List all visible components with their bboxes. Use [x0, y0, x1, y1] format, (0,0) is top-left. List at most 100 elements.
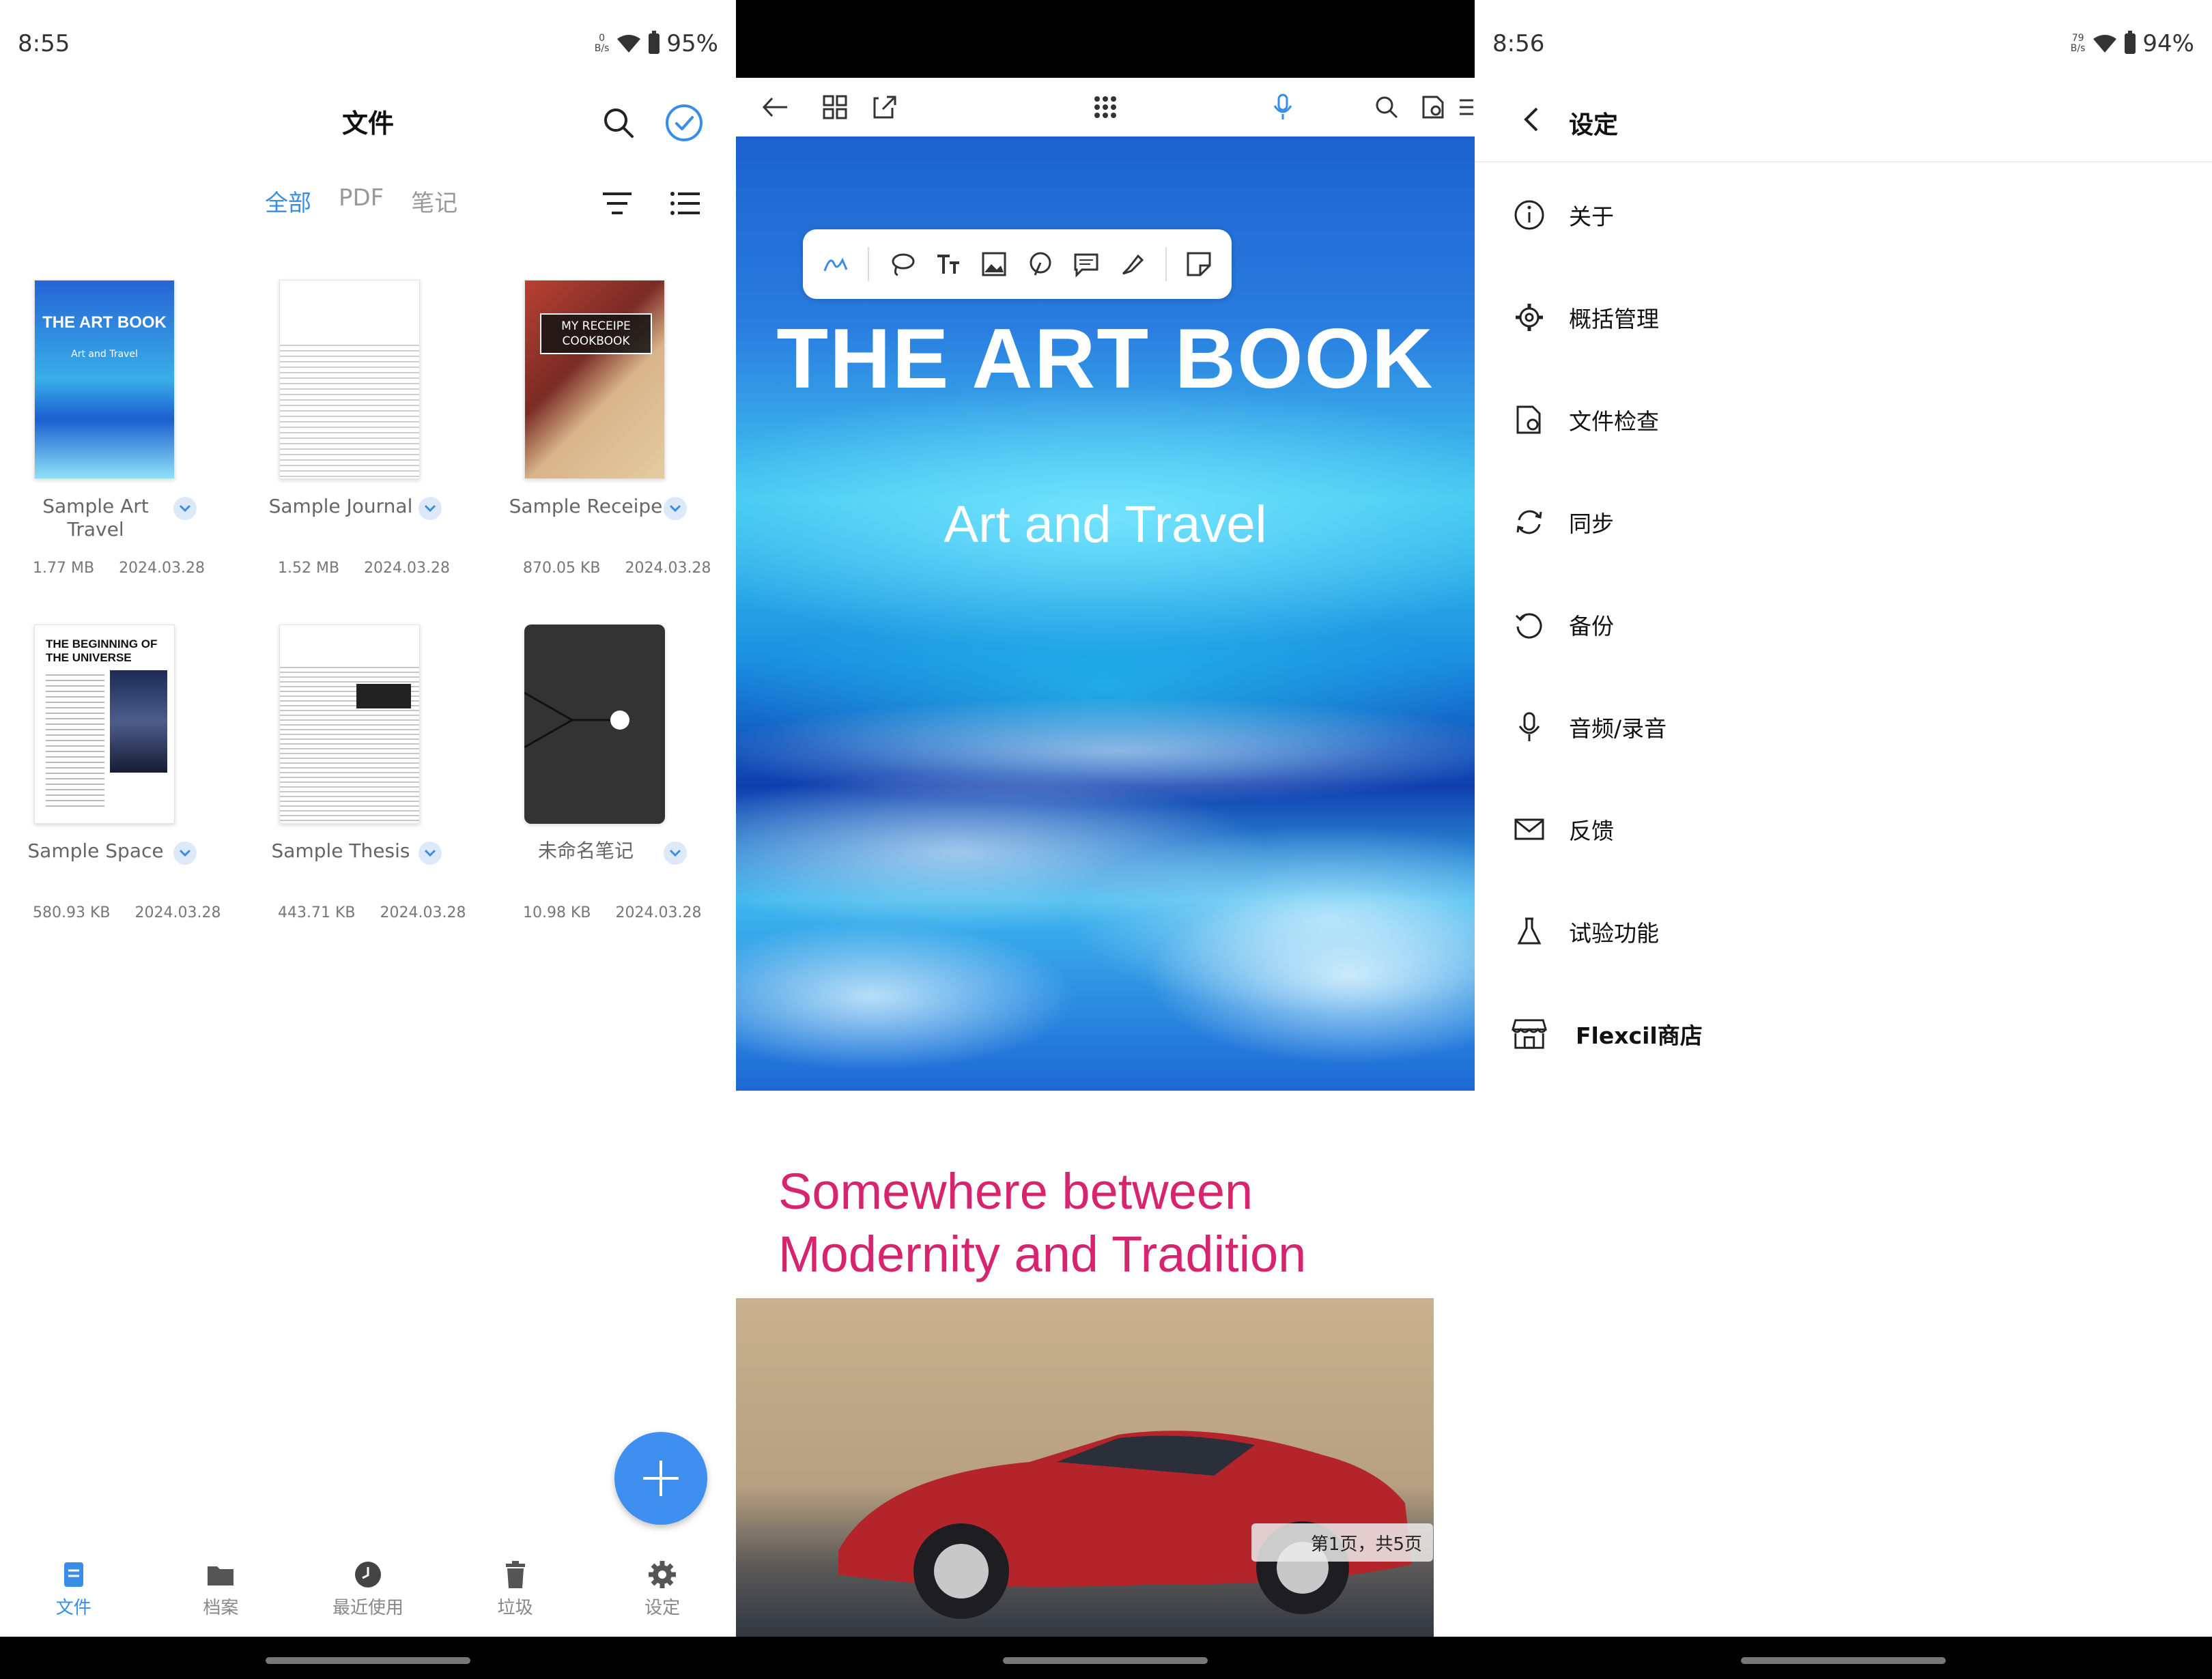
- battery-icon: [649, 31, 660, 54]
- file-options-button[interactable]: [664, 497, 687, 520]
- status-bar: 8:55 0 B/s 95%: [0, 0, 736, 75]
- view-mode-button[interactable]: [666, 184, 705, 223]
- file-card[interactable]: 未命名笔记 10.98 KB 2024.03.28: [490, 618, 709, 932]
- menu-item-about[interactable]: 关于: [1475, 164, 2212, 266]
- file-check-icon: [1516, 405, 1541, 434]
- comment-icon[interactable]: [1073, 250, 1100, 278]
- file-name: 未命名笔记: [537, 840, 634, 862]
- network-speed: 0 B/s: [594, 33, 610, 54]
- file-name: Sample Thesis: [271, 840, 410, 862]
- filter-tabs: 全部 PDF 笔记: [265, 184, 457, 218]
- image-tool-icon[interactable]: [980, 250, 1008, 278]
- menu-item-file-check[interactable]: 文件检查: [1475, 369, 2212, 471]
- flask-icon: [1517, 917, 1542, 945]
- file-options-button[interactable]: [173, 842, 197, 865]
- select-button[interactable]: [662, 101, 706, 145]
- file-options-button[interactable]: [419, 497, 442, 520]
- menu-item-store[interactable]: Flexcil商店: [1475, 983, 2212, 1085]
- file-card[interactable]: Sample Journal 1.52 MB 2024.03.28: [245, 273, 464, 587]
- menu-item-management[interactable]: 概括管理: [1475, 266, 2212, 369]
- file-thumbnail: THE ART BOOK Art and Travel: [34, 280, 175, 479]
- file-name: Sample Space: [27, 840, 164, 862]
- home-handle[interactable]: [1741, 1657, 1946, 1664]
- wifi-icon: [2093, 35, 2117, 53]
- outline-button[interactable]: [1460, 90, 1473, 124]
- nav-recent[interactable]: 最近使用: [294, 1560, 442, 1637]
- crop-select-icon[interactable]: [1185, 250, 1213, 278]
- tab-all[interactable]: 全部: [265, 184, 311, 218]
- file-options-button[interactable]: [419, 842, 442, 865]
- file-card[interactable]: THE ART BOOK Art and Travel Sample Art T…: [0, 273, 218, 587]
- menu-item-feedback[interactable]: 反馈: [1475, 778, 2212, 880]
- notebook-clasp-icon: [524, 691, 629, 749]
- nav-files[interactable]: 文件: [0, 1560, 147, 1637]
- status-time: 8:56: [1492, 30, 1545, 57]
- lasso-icon[interactable]: [888, 250, 916, 278]
- viewer-toolbar: [736, 78, 1475, 137]
- wifi-icon: [617, 35, 641, 53]
- file-gear-icon: [1422, 96, 1444, 119]
- search-button[interactable]: [1370, 90, 1404, 124]
- search-button[interactable]: [598, 102, 639, 143]
- file-thumbnail: [279, 280, 420, 479]
- menu-button[interactable]: [1088, 90, 1122, 124]
- highlighter-icon[interactable]: [1119, 250, 1146, 278]
- mail-icon: [1514, 818, 1544, 840]
- menu-item-backup[interactable]: 备份: [1475, 573, 2212, 676]
- home-handle[interactable]: [1003, 1657, 1208, 1664]
- text-tool-icon[interactable]: [935, 250, 962, 278]
- menu-item-experimental[interactable]: 试验功能: [1475, 880, 2212, 983]
- record-button[interactable]: [1266, 90, 1300, 124]
- add-button[interactable]: [614, 1432, 707, 1525]
- nav-settings[interactable]: 设定: [589, 1560, 736, 1637]
- status-time: 8:55: [18, 30, 70, 57]
- car-image: [736, 1298, 1434, 1639]
- sort-icon: [603, 192, 632, 214]
- file-meta: 870.05 KB 2024.03.28: [523, 560, 711, 577]
- clock-icon: [354, 1562, 381, 1588]
- list-view-icon: [670, 192, 700, 215]
- file-options-button[interactable]: [173, 497, 197, 520]
- chevron-down-icon: [179, 504, 191, 513]
- tab-pdf[interactable]: PDF: [339, 184, 384, 218]
- file-card[interactable]: THE BEGINNING OF THE UNIVERSE Sample Spa…: [0, 618, 221, 932]
- menu-item-audio[interactable]: 音频/录音: [1475, 676, 2212, 778]
- tab-notes[interactable]: 笔记: [411, 184, 457, 218]
- status-area: [736, 0, 1475, 78]
- sort-button[interactable]: [598, 184, 636, 223]
- file-card[interactable]: MY RECEIPE COOKBOOK Sample Receipe 870.0…: [490, 273, 711, 587]
- chevron-down-icon: [669, 504, 681, 513]
- page-indicator: 第1页，共5页: [1251, 1523, 1433, 1562]
- file-name: Sample Art Travel: [42, 495, 149, 541]
- divider: [1165, 247, 1167, 281]
- document-settings-button[interactable]: [1416, 90, 1450, 124]
- file-options-button[interactable]: [664, 842, 687, 865]
- menu-item-sync[interactable]: 同步: [1475, 471, 2212, 573]
- home-handle[interactable]: [266, 1657, 470, 1664]
- check-circle-icon: [666, 104, 703, 141]
- battery-icon: [2125, 31, 2136, 54]
- settings-panel: 8:56 79 B/s 94% 设定 关于 概括管理 文件检查 同步 备份 音频…: [1475, 0, 2212, 1679]
- back-button[interactable]: [758, 90, 792, 124]
- system-nav-bar: [736, 1637, 1475, 1679]
- battery-level: 94%: [2142, 30, 2194, 57]
- thumbnails-button[interactable]: [818, 90, 852, 124]
- tool-palette: [803, 229, 1232, 299]
- export-button[interactable]: [867, 90, 901, 124]
- notebook-thumbnail: [524, 625, 665, 824]
- nav-trash[interactable]: 垃圾: [442, 1560, 589, 1637]
- shape-tool-icon[interactable]: [1027, 250, 1054, 278]
- pen-tool-icon[interactable]: [822, 250, 849, 278]
- settings-header: 设定: [1475, 75, 2212, 162]
- battery-level: 95%: [666, 30, 718, 57]
- chevron-down-icon: [179, 849, 191, 857]
- status-bar: 8:56 79 B/s 94%: [1475, 0, 2212, 75]
- back-button[interactable]: [1514, 102, 1548, 137]
- sync-icon: [1516, 510, 1542, 534]
- file-card[interactable]: Sample Thesis 443.71 KB 2024.03.28: [245, 618, 466, 932]
- system-nav-bar: [0, 1637, 736, 1679]
- gear-icon: [1516, 304, 1543, 331]
- file-thumbnail: MY RECEIPE COOKBOOK: [524, 280, 665, 479]
- status-icons: 79 B/s 94%: [2071, 30, 2194, 57]
- nav-archive[interactable]: 档案: [147, 1560, 295, 1637]
